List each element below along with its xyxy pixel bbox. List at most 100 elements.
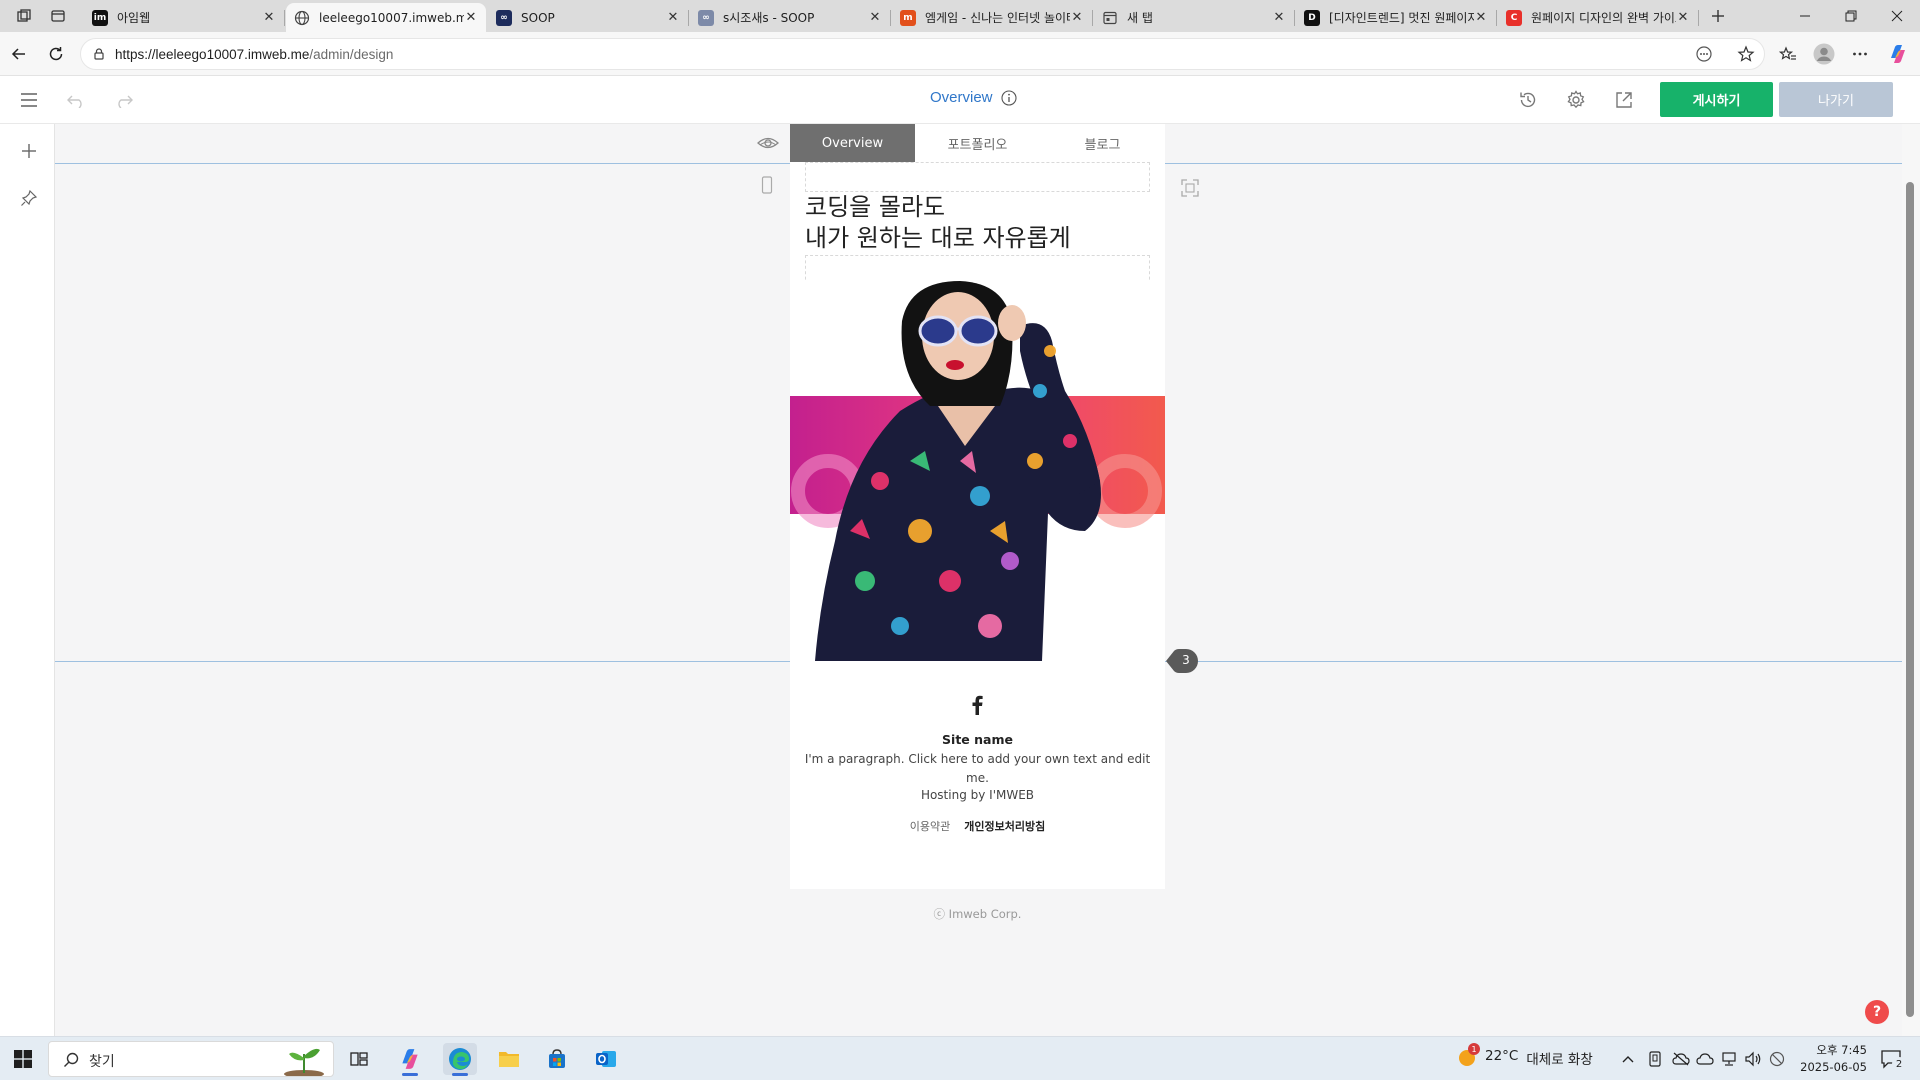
tab-actions-icon[interactable]	[44, 4, 72, 28]
device-icon[interactable]	[1644, 1043, 1666, 1075]
browser-tab[interactable]: im 아임웹 ✕	[84, 3, 285, 32]
close-icon[interactable]: ✕	[1676, 10, 1690, 25]
redo-icon[interactable]	[112, 88, 136, 112]
window-close-icon[interactable]	[1874, 0, 1920, 32]
edge-browser-icon[interactable]	[443, 1043, 477, 1076]
file-explorer-icon[interactable]	[492, 1043, 526, 1075]
add-section-icon[interactable]	[17, 139, 41, 163]
blocked-icon[interactable]	[1766, 1043, 1788, 1075]
favorites-list-icon[interactable]	[1776, 42, 1800, 66]
task-view-icon[interactable]	[342, 1043, 376, 1075]
footer-paragraph[interactable]: I'm a paragraph. Click here to add your …	[802, 750, 1153, 788]
mobile-preview-page: Overview 포트폴리오 블로그 코딩을 몰라도 내가 원하는 대로 자유롭…	[790, 124, 1165, 889]
url-field[interactable]: https://leeleego10007.imweb.me/admin/des…	[80, 38, 1765, 70]
menu-item-overview[interactable]: Overview	[790, 124, 915, 162]
current-page-name: Overview	[930, 89, 993, 106]
back-icon[interactable]	[7, 42, 31, 66]
history-icon[interactable]	[1516, 88, 1540, 112]
browser-tab[interactable]: D [디자인트렌드] 멋진 원페이지 ✕	[1296, 3, 1497, 32]
publish-button[interactable]: 게시하기	[1660, 82, 1773, 117]
undo-icon[interactable]	[64, 88, 88, 112]
scrollbar-thumb[interactable]	[1906, 182, 1914, 1017]
site-info-icon[interactable]	[92, 47, 106, 61]
globe-icon	[294, 10, 310, 26]
tab-label: leeleego10007.imweb.me/admin/design	[319, 10, 464, 25]
visibility-eye-icon[interactable]	[756, 134, 780, 152]
more-menu-icon[interactable]	[1848, 42, 1872, 66]
weather-description: 대체로 화창	[1526, 1052, 1593, 1068]
privacy-policy-link[interactable]: 개인정보처리방침	[964, 818, 1045, 834]
browser-tab[interactable]: C 원페이지 디자인의 완벽 가이드 ✕	[1498, 3, 1699, 32]
facebook-icon[interactable]	[970, 695, 984, 715]
d-logo-icon: D	[1304, 9, 1320, 26]
chevron-up-icon[interactable]	[1616, 1043, 1640, 1075]
hamburger-menu-icon[interactable]	[17, 88, 41, 112]
network-icon[interactable]	[1718, 1043, 1740, 1075]
close-icon[interactable]: ✕	[868, 10, 882, 25]
empty-block-placeholder[interactable]	[805, 162, 1150, 192]
weather-widget[interactable]: 1 22°C 대체로 화창	[1457, 1043, 1593, 1068]
close-icon[interactable]: ✕	[262, 10, 276, 25]
tab-label: SOOP	[521, 10, 555, 25]
hero-fashion-image[interactable]	[790, 281, 1165, 661]
tab-label: 아임웹	[117, 11, 151, 25]
c-logo-icon: C	[1506, 9, 1522, 26]
notifications-icon[interactable]: 2	[1874, 1043, 1908, 1075]
new-tab-button[interactable]	[1704, 4, 1732, 28]
site-menu: Overview 포트폴리오 블로그	[790, 124, 1165, 162]
close-icon[interactable]: ✕	[1272, 10, 1286, 25]
close-icon[interactable]: ✕	[1070, 10, 1084, 25]
footer-links: 이용약관 개인정보처리방침	[790, 818, 1165, 834]
windows-taskbar: 찾기 1 22°C 대체로 화창 오후 7:45 2025-06-05 2	[0, 1036, 1920, 1080]
onedrive-off-icon[interactable]	[1670, 1043, 1692, 1075]
info-icon[interactable]	[1000, 89, 1017, 106]
browser-tab[interactable]: 새 탭 ✕	[1094, 3, 1295, 32]
terms-link[interactable]: 이용약관	[910, 818, 950, 834]
site-footer: Site name I'm a paragraph. Click here to…	[790, 661, 1165, 889]
volume-icon[interactable]	[1742, 1043, 1764, 1075]
menu-item-blog[interactable]: 블로그	[1040, 124, 1165, 162]
profile-avatar-icon[interactable]	[1812, 42, 1836, 66]
browser-tab[interactable]: ∞ SOOP ✕	[488, 3, 689, 32]
resize-frame-icon[interactable]	[1180, 178, 1200, 198]
tab-label: s시조새s - SOOP	[723, 11, 815, 25]
copilot-app-icon[interactable]	[393, 1043, 427, 1076]
imweb-logo-icon: im	[92, 9, 108, 26]
copilot-icon[interactable]	[1886, 42, 1910, 66]
settings-gear-icon[interactable]	[1564, 88, 1588, 112]
close-icon[interactable]: ✕	[666, 10, 680, 25]
browser-tab[interactable]: m 엠게임 - 신나는 인터넷 놀이터 ✕	[892, 3, 1093, 32]
browser-tab[interactable]: ∞ s시조새s - SOOP ✕	[690, 3, 891, 32]
search-icon	[63, 1052, 79, 1068]
taskbar-clock[interactable]: 오후 7:45 2025-06-05	[1787, 1042, 1867, 1076]
footer-site-name[interactable]: Site name	[790, 732, 1165, 747]
favorite-star-icon[interactable]	[1734, 42, 1758, 66]
weather-temperature: 22°C	[1485, 1048, 1519, 1064]
page-selector[interactable]: Overview	[930, 89, 1017, 106]
url-text: https://leeleego10007.imweb.me/admin/des…	[115, 47, 393, 62]
exit-button[interactable]: 나가기	[1779, 82, 1893, 117]
menu-item-portfolio[interactable]: 포트폴리오	[915, 124, 1040, 162]
design-pin-icon[interactable]	[17, 186, 41, 210]
microsoft-store-icon[interactable]	[540, 1043, 574, 1075]
workspaces-icon[interactable]	[10, 4, 38, 28]
restore-icon[interactable]	[1828, 0, 1874, 32]
section-number-badge[interactable]: 3	[1166, 649, 1198, 673]
outlook-icon[interactable]	[589, 1043, 623, 1075]
help-button[interactable]: ?	[1865, 1000, 1889, 1024]
minimize-icon[interactable]	[1782, 0, 1828, 32]
onedrive-icon[interactable]	[1694, 1043, 1716, 1075]
browser-tab-active[interactable]: leeleego10007.imweb.me/admin/design ✕	[286, 3, 486, 32]
close-icon[interactable]: ✕	[1474, 10, 1488, 25]
read-aloud-icon[interactable]	[1692, 42, 1716, 66]
refresh-icon[interactable]	[44, 42, 68, 66]
mobile-device-icon[interactable]	[761, 176, 773, 194]
canvas-scrollbar[interactable]	[1902, 124, 1920, 1036]
taskbar-search[interactable]: 찾기	[48, 1041, 334, 1077]
open-preview-icon[interactable]	[1612, 88, 1636, 112]
windows-start-icon[interactable]	[6, 1043, 40, 1075]
close-icon[interactable]: ✕	[464, 10, 478, 25]
search-placeholder: 찾기	[89, 1054, 115, 1070]
hero-heading[interactable]: 코딩을 몰라도 내가 원하는 대로 자유롭게	[805, 192, 1071, 254]
editor-sidebar	[0, 124, 55, 1036]
